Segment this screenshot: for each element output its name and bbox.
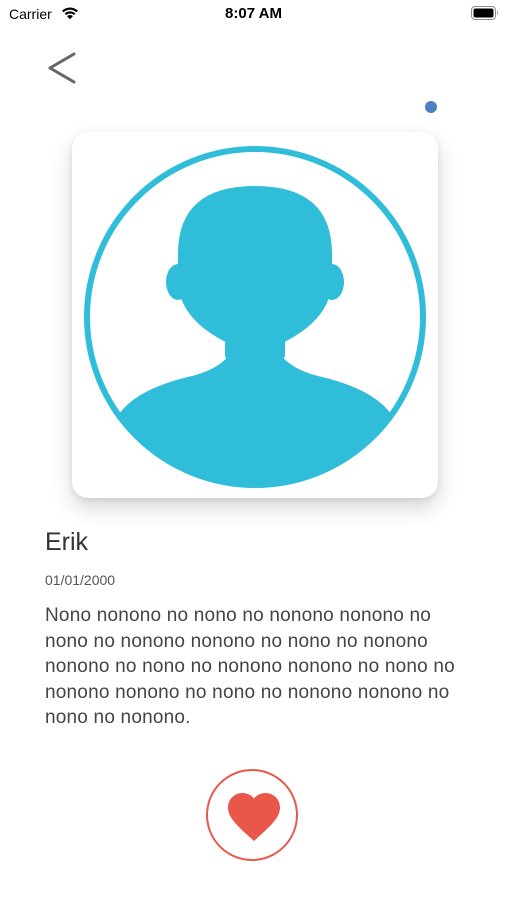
profile-screen: Carrier 8:07 AM Erik 01/01/2000 Nono non…	[0, 0, 507, 900]
battery-icon	[471, 6, 498, 20]
clock: 8:07 AM	[225, 5, 282, 22]
chevron-left-icon	[48, 52, 76, 84]
person-avatar-icon	[84, 146, 426, 488]
avatar-card	[72, 132, 438, 498]
date-of-birth: 01/01/2000	[45, 572, 116, 588]
status-bar: Carrier 8:07 AM	[0, 0, 507, 30]
back-button[interactable]	[40, 46, 84, 90]
like-button[interactable]	[206, 769, 298, 861]
profile-name: Erik	[45, 528, 89, 556]
heart-icon	[228, 793, 280, 841]
profile-bio: Nono nonono no nono no nonono nonono no …	[45, 605, 455, 728]
page-indicator-dot	[425, 101, 437, 113]
